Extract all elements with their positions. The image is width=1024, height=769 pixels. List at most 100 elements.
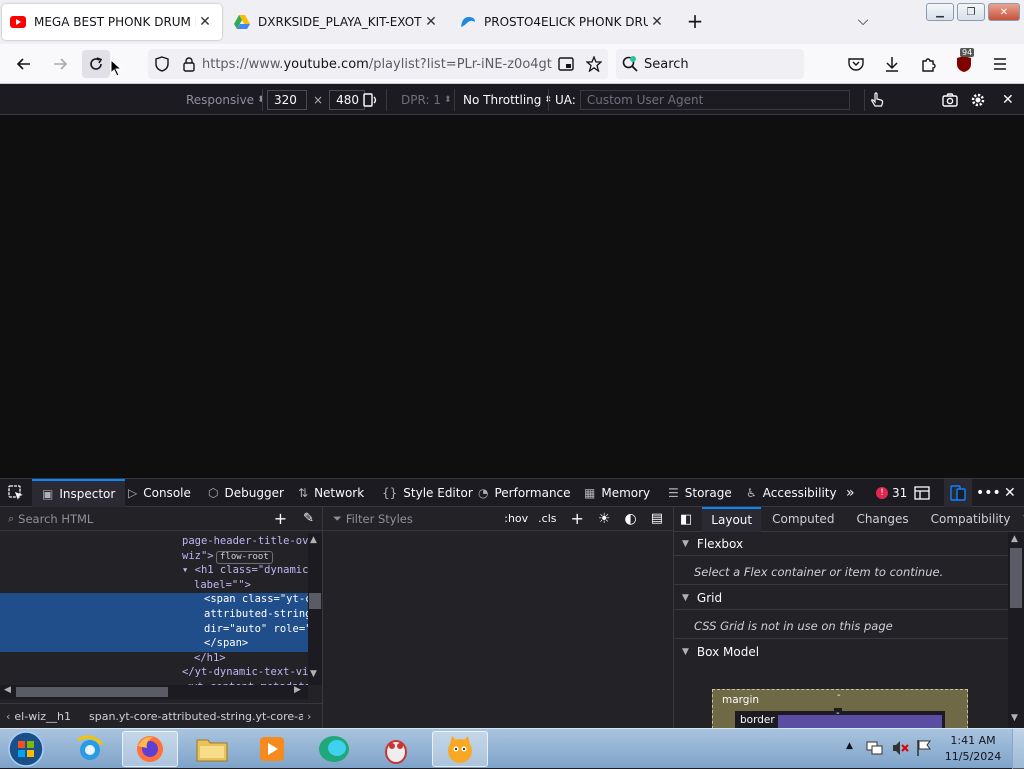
breadcrumb-item[interactable]: span.yt-core-attributed-string.yt-core-a… (89, 710, 303, 723)
tab-google-drive[interactable]: DXRKSIDE_PLAYA_KIT-EXOTIC - ✕ (226, 4, 448, 40)
tab-performance[interactable]: ◔Performance (478, 479, 571, 507)
light-scheme-icon[interactable]: ☀ (598, 511, 611, 527)
start-button[interactable] (6, 731, 46, 767)
search-bar[interactable]: Search (616, 49, 804, 79)
flexbox-section-header[interactable]: ▼Flexbox (674, 532, 1008, 556)
tab-inspector[interactable]: ▣Inspector (32, 479, 125, 507)
add-node-icon[interactable]: + (274, 509, 287, 528)
forward-arrow-icon[interactable] (48, 52, 72, 76)
close-rdm-icon[interactable]: ✕ (1002, 89, 1014, 111)
eyedropper-icon[interactable]: ✎ (303, 511, 314, 526)
breadcrumb-item[interactable]: el-wiz__h1 (14, 710, 71, 723)
scroll-up-icon[interactable]: ▲ (1011, 534, 1018, 544)
box-model-margin[interactable]: margin - border - (712, 689, 968, 729)
touch-simulation-icon[interactable] (864, 89, 885, 111)
scroll-left-icon[interactable]: ◀ (4, 685, 11, 695)
throttling-selector[interactable]: No Throttling⬍ (454, 89, 552, 111)
media-player-icon[interactable] (244, 731, 300, 767)
scrollbar-thumb[interactable] (1010, 548, 1022, 608)
scratch-app-icon[interactable] (432, 731, 488, 767)
close-tab-icon[interactable]: ✕ (196, 14, 214, 30)
action-center-flag-icon[interactable] (916, 739, 932, 757)
user-agent-input[interactable]: Custom User Agent (580, 90, 850, 110)
firefox-icon[interactable] (122, 731, 178, 767)
markup-line[interactable]: </yt-dynamic-text-vie (0, 666, 308, 681)
grid-section-header[interactable]: ▼Grid (674, 586, 1008, 610)
close-devtools-icon[interactable]: ✕ (1004, 479, 1016, 507)
dark-scheme-icon[interactable]: ◐ (624, 511, 636, 527)
picture-in-picture-icon[interactable] (552, 57, 580, 71)
internet-explorer-icon[interactable] (62, 731, 118, 767)
settings-gear-icon[interactable] (970, 89, 986, 111)
close-tab-icon[interactable]: ✕ (422, 14, 440, 30)
hov-toggle[interactable]: :hov (504, 512, 528, 525)
scrollbar-thumb[interactable] (309, 593, 321, 609)
toggle-sidebar-icon[interactable]: ◧ (680, 512, 692, 527)
tab-layout[interactable]: Layout (702, 507, 761, 532)
markup-line[interactable]: wiz">flow-root (0, 550, 308, 565)
tab-accessibility[interactable]: ♿Accessibility (746, 479, 837, 507)
markup-line[interactable]: dir="auto" role=" (0, 623, 308, 638)
ublock-extension-icon[interactable]: 94 (952, 52, 976, 76)
tab-compatibility[interactable]: Compatibility (920, 512, 1022, 526)
tab-youtube[interactable]: MEGA BEST PHONK DRUM KIT ✕ (2, 4, 222, 40)
restore-button[interactable]: ❐ (957, 3, 985, 21)
device-selector[interactable]: Responsive⬍ (186, 89, 265, 111)
more-options-icon[interactable]: ••• (976, 479, 1001, 507)
tab-changes[interactable]: Changes (845, 512, 919, 526)
search-html-input[interactable]: Search HTML (18, 512, 274, 526)
viewport-width-input[interactable]: 320 (267, 90, 307, 110)
sidebar-vertical-scrollbar[interactable]: ▲ ▼ (1008, 532, 1024, 728)
show-desktop-button[interactable] (1012, 729, 1024, 769)
viewport-height-input[interactable]: 480 (329, 90, 365, 110)
url-text[interactable]: https://www.youtube.com/playlist?list=PL… (202, 57, 552, 72)
game-app-icon[interactable] (368, 731, 424, 767)
tab-scratch[interactable]: PROSTO4ELICK PHONK DRUM K ✕ (452, 4, 674, 40)
scroll-down-icon[interactable]: ▼ (310, 669, 317, 679)
network-status-icon[interactable] (866, 740, 884, 756)
print-media-icon[interactable]: ▤ (651, 511, 663, 526)
tab-list-chevron-down-icon[interactable]: ⌵ (852, 10, 874, 32)
markup-horizontal-scrollbar[interactable]: ◀ ▶ (0, 685, 308, 699)
reload-icon[interactable] (82, 50, 110, 78)
tab-debugger[interactable]: ⬡Debugger (208, 479, 284, 507)
filter-styles-input[interactable]: Filter Styles (346, 512, 504, 526)
dpr-selector[interactable]: DPR: 1⬍ (386, 89, 451, 111)
tab-storage[interactable]: ☰Storage (668, 479, 732, 507)
markup-line[interactable]: label=""> (0, 579, 308, 594)
tab-console[interactable]: ▷Console (128, 479, 191, 507)
markup-line[interactable]: <span class="yt-c (0, 593, 308, 608)
tab-network[interactable]: ⇅Network (298, 479, 364, 507)
more-tabs-chevron-icon[interactable]: » (846, 479, 855, 507)
url-bar[interactable]: https://www.youtube.com/playlist?list=PL… (148, 49, 608, 79)
menu-hamburger-icon[interactable] (988, 52, 1012, 76)
tab-memory[interactable]: ▦Memory (584, 479, 650, 507)
volume-muted-icon[interactable] (892, 740, 910, 756)
h-scrollbar-thumb[interactable] (16, 687, 168, 697)
markup-line[interactable]: ▾ <h1 class="dynamic- (0, 564, 308, 579)
scroll-down-icon[interactable]: ▼ (1011, 713, 1018, 723)
back-arrow-icon[interactable] (12, 52, 36, 76)
show-hidden-icons-chevron-icon[interactable]: ▲ (846, 741, 853, 751)
markup-line[interactable]: </h1> (0, 652, 308, 667)
screenshot-camera-icon[interactable] (942, 89, 958, 111)
element-picker-icon[interactable] (8, 479, 24, 507)
close-tab-icon[interactable]: ✕ (648, 14, 666, 30)
breadcrumb-right-chevron-icon[interactable]: › (307, 710, 311, 723)
bookmark-star-icon[interactable] (580, 56, 608, 72)
download-icon[interactable] (880, 52, 904, 76)
breadcrumb-left-chevron-icon[interactable]: ‹ (6, 710, 10, 723)
box-model-section-header[interactable]: ▼Box Model (674, 640, 1008, 664)
error-count[interactable]: !31 (876, 479, 907, 507)
close-window-button[interactable]: ✕ (988, 3, 1020, 21)
file-explorer-icon[interactable] (184, 731, 240, 767)
page-viewport[interactable] (0, 115, 1024, 478)
lock-icon[interactable] (176, 57, 202, 72)
split-console-icon[interactable] (914, 479, 930, 507)
markup-line[interactable]: attributed-string (0, 608, 308, 623)
responsive-mode-icon[interactable] (944, 479, 972, 507)
rotate-viewport-icon[interactable] (362, 89, 378, 111)
pocket-icon[interactable] (844, 52, 868, 76)
markup-line[interactable]: </span> (0, 637, 308, 652)
markup-line[interactable]: page-header-title-ove (0, 535, 308, 550)
